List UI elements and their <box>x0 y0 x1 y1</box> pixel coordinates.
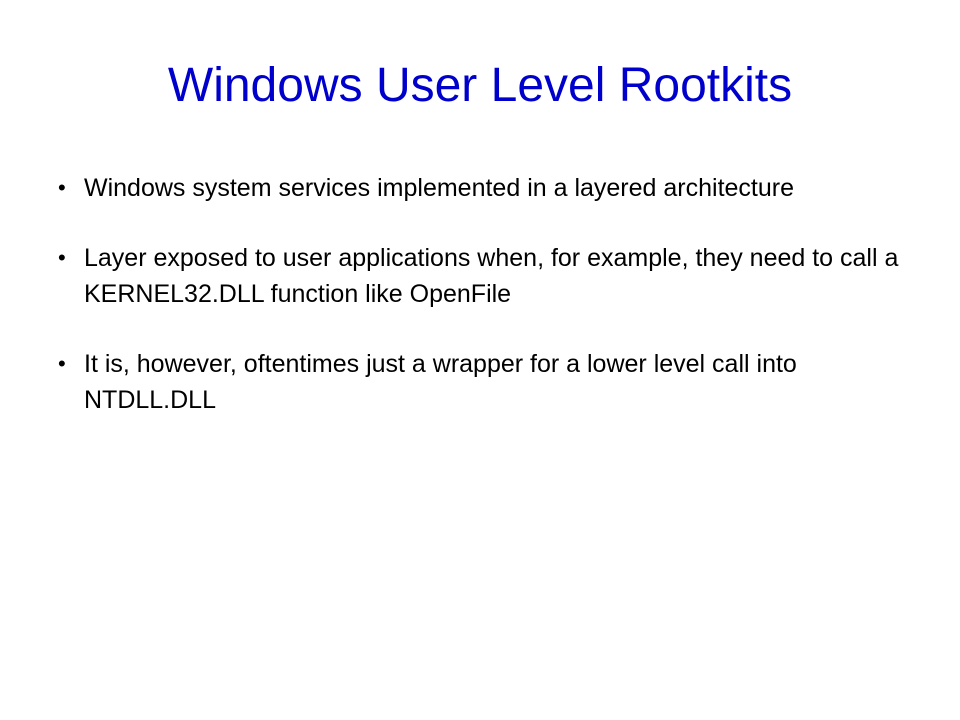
bullet-text: It is, however, oftentimes just a wrappe… <box>84 350 797 414</box>
bullet-text: Windows system services implemented in a… <box>84 174 794 202</box>
bullet-item: • Layer exposed to user applications whe… <box>58 240 908 312</box>
bullet-text: Layer exposed to user applications when,… <box>84 244 899 308</box>
bullet-item: • Windows system services implemented in… <box>58 170 908 206</box>
bullet-icon: • <box>58 175 66 200</box>
bullet-item: • It is, however, oftentimes just a wrap… <box>58 346 908 418</box>
slide: Windows User Level Rootkits • Windows sy… <box>0 0 960 720</box>
bullet-list: • Windows system services implemented in… <box>58 170 908 452</box>
slide-title: Windows User Level Rootkits <box>167 59 793 112</box>
bullet-icon: • <box>58 245 66 270</box>
bullet-icon: • <box>58 351 66 376</box>
